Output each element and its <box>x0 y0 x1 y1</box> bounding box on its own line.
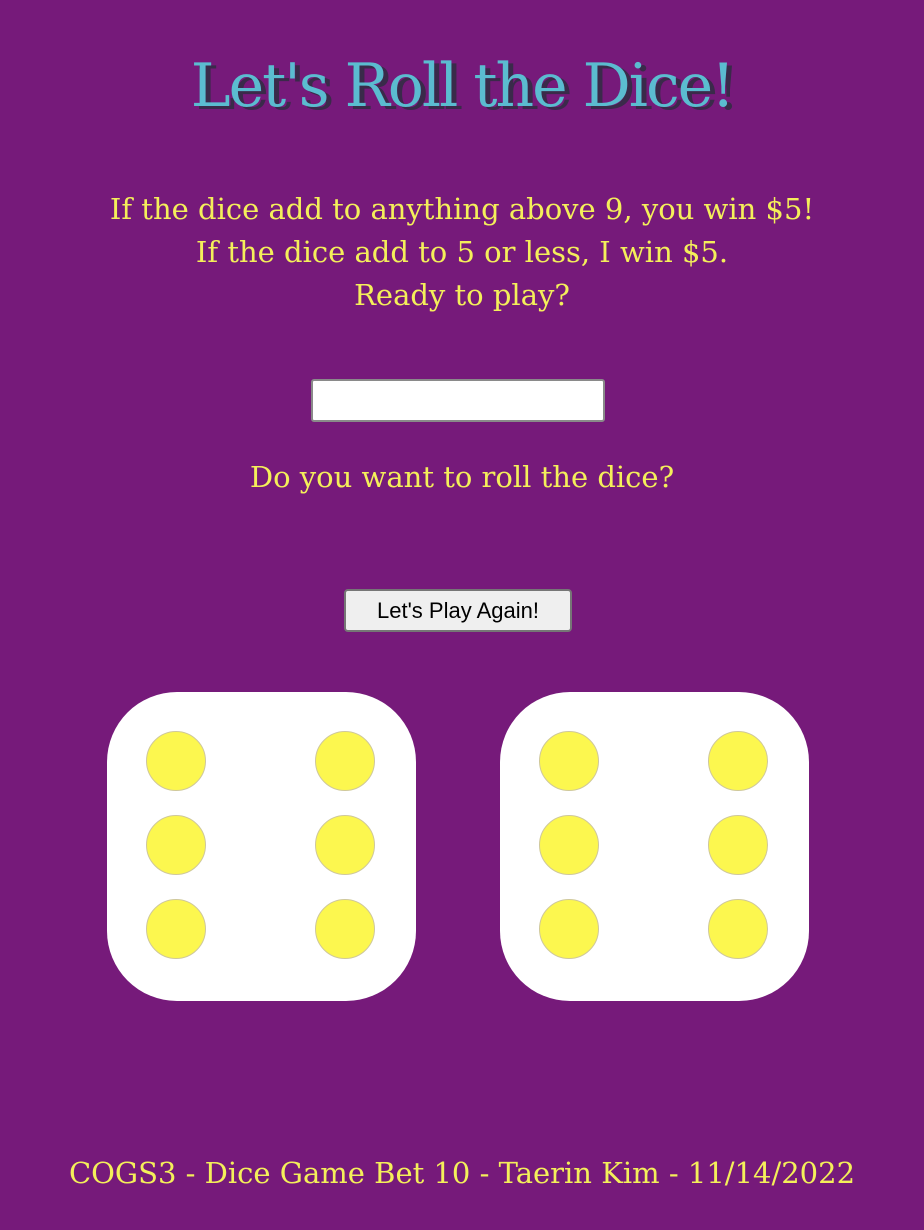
page-footer: COGS3 - Dice Game Bet 10 - Taerin Kim - … <box>68 1156 856 1190</box>
die-pip <box>315 899 375 959</box>
die-pip <box>539 731 599 791</box>
die-pip <box>146 815 206 875</box>
die-pip <box>146 731 206 791</box>
answer-input[interactable] <box>311 379 605 422</box>
page-title: Let's Roll the Dice! <box>190 51 735 121</box>
play-again-button[interactable]: Let's Play Again! <box>344 589 572 632</box>
die-pip <box>708 815 768 875</box>
die-pip <box>539 899 599 959</box>
die-pip <box>315 731 375 791</box>
die-pip <box>146 899 206 959</box>
roll-question: Do you want to roll the dice? <box>249 460 675 494</box>
die-pip <box>315 815 375 875</box>
die-right <box>500 692 809 1001</box>
game-rules: If the dice add to anything above 9, you… <box>0 188 924 317</box>
die-pip <box>708 899 768 959</box>
ready-prompt: Ready to play? <box>354 278 570 312</box>
die-pip <box>708 731 768 791</box>
rule-win: If the dice add to anything above 9, you… <box>109 192 815 226</box>
die-pip <box>539 815 599 875</box>
rule-lose: If the dice add to 5 or less, I win $5. <box>195 235 729 269</box>
die-left <box>107 692 416 1001</box>
